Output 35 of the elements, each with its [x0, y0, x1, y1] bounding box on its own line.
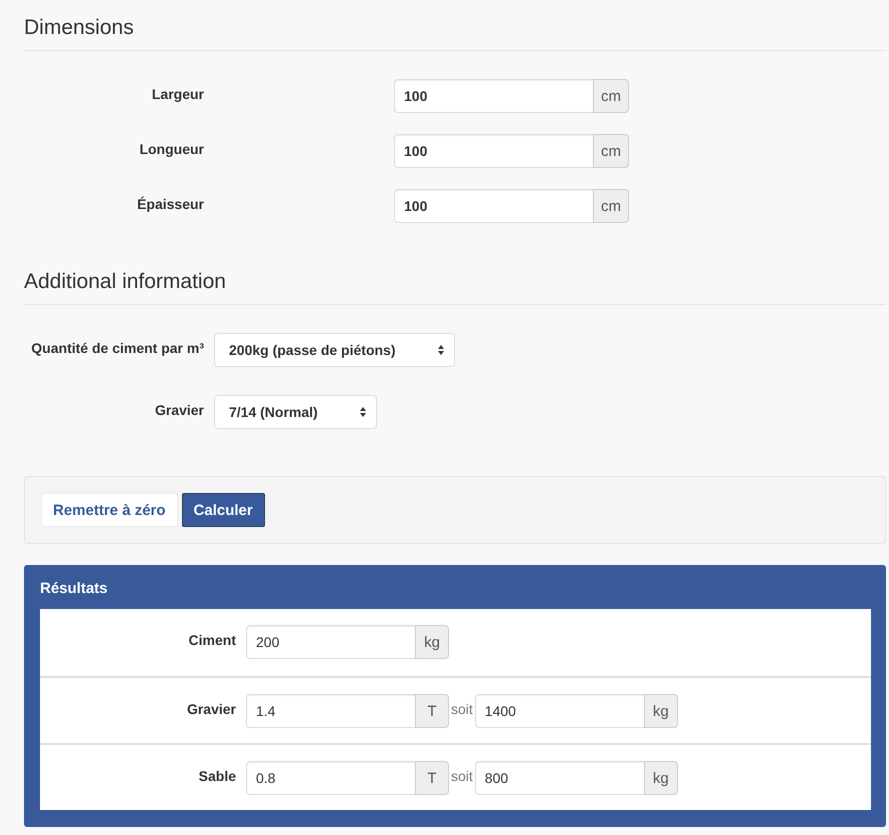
text-input[interactable]: 100 — [394, 79, 593, 113]
text-input[interactable]: 800 — [474, 761, 644, 795]
select-dropdown[interactable]: 200kg (passe de piétons) — [214, 333, 455, 367]
text-input[interactable]: 0.8 — [246, 761, 415, 795]
updown-caret-icon — [360, 407, 366, 417]
unit-addon: kg — [415, 625, 449, 659]
text-input[interactable]: 100 — [394, 189, 593, 223]
field-label: Épaisseur — [137, 195, 204, 214]
section-heading: Dimensions — [24, 15, 134, 41]
joiner-text: soit — [451, 767, 473, 786]
result-label: Ciment — [188, 631, 236, 650]
section-heading: Additional information — [24, 269, 226, 295]
unit-addon: T — [415, 761, 449, 795]
text-input[interactable]: 1400 — [474, 694, 644, 728]
field-label: Quantité de ciment par m³ — [31, 339, 204, 358]
field-label: Gravier — [154, 401, 204, 420]
text-input[interactable]: 1.4 — [246, 694, 415, 728]
joiner-text: soit — [451, 700, 473, 719]
unit-addon: cm — [593, 189, 629, 223]
unit-addon: cm — [593, 134, 629, 168]
updown-caret-icon — [438, 345, 444, 355]
field-label: Largeur — [152, 85, 204, 104]
calculate-button[interactable]: Calculer — [182, 493, 265, 527]
field-label: Longueur — [139, 140, 204, 159]
select-dropdown[interactable]: 7/14 (Normal) — [214, 395, 377, 429]
unit-addon: T — [415, 694, 449, 728]
result-label: Gravier — [186, 700, 236, 719]
result-label: Sable — [198, 767, 236, 786]
unit-addon: cm — [593, 79, 629, 113]
panel-title: Résultats — [40, 579, 108, 599]
unit-addon: kg — [644, 761, 678, 795]
text-input[interactable]: 100 — [394, 134, 593, 168]
text-input[interactable]: 200 — [246, 625, 415, 659]
reset-button[interactable]: Remettre à zéro — [41, 493, 178, 527]
unit-addon: kg — [644, 694, 678, 728]
